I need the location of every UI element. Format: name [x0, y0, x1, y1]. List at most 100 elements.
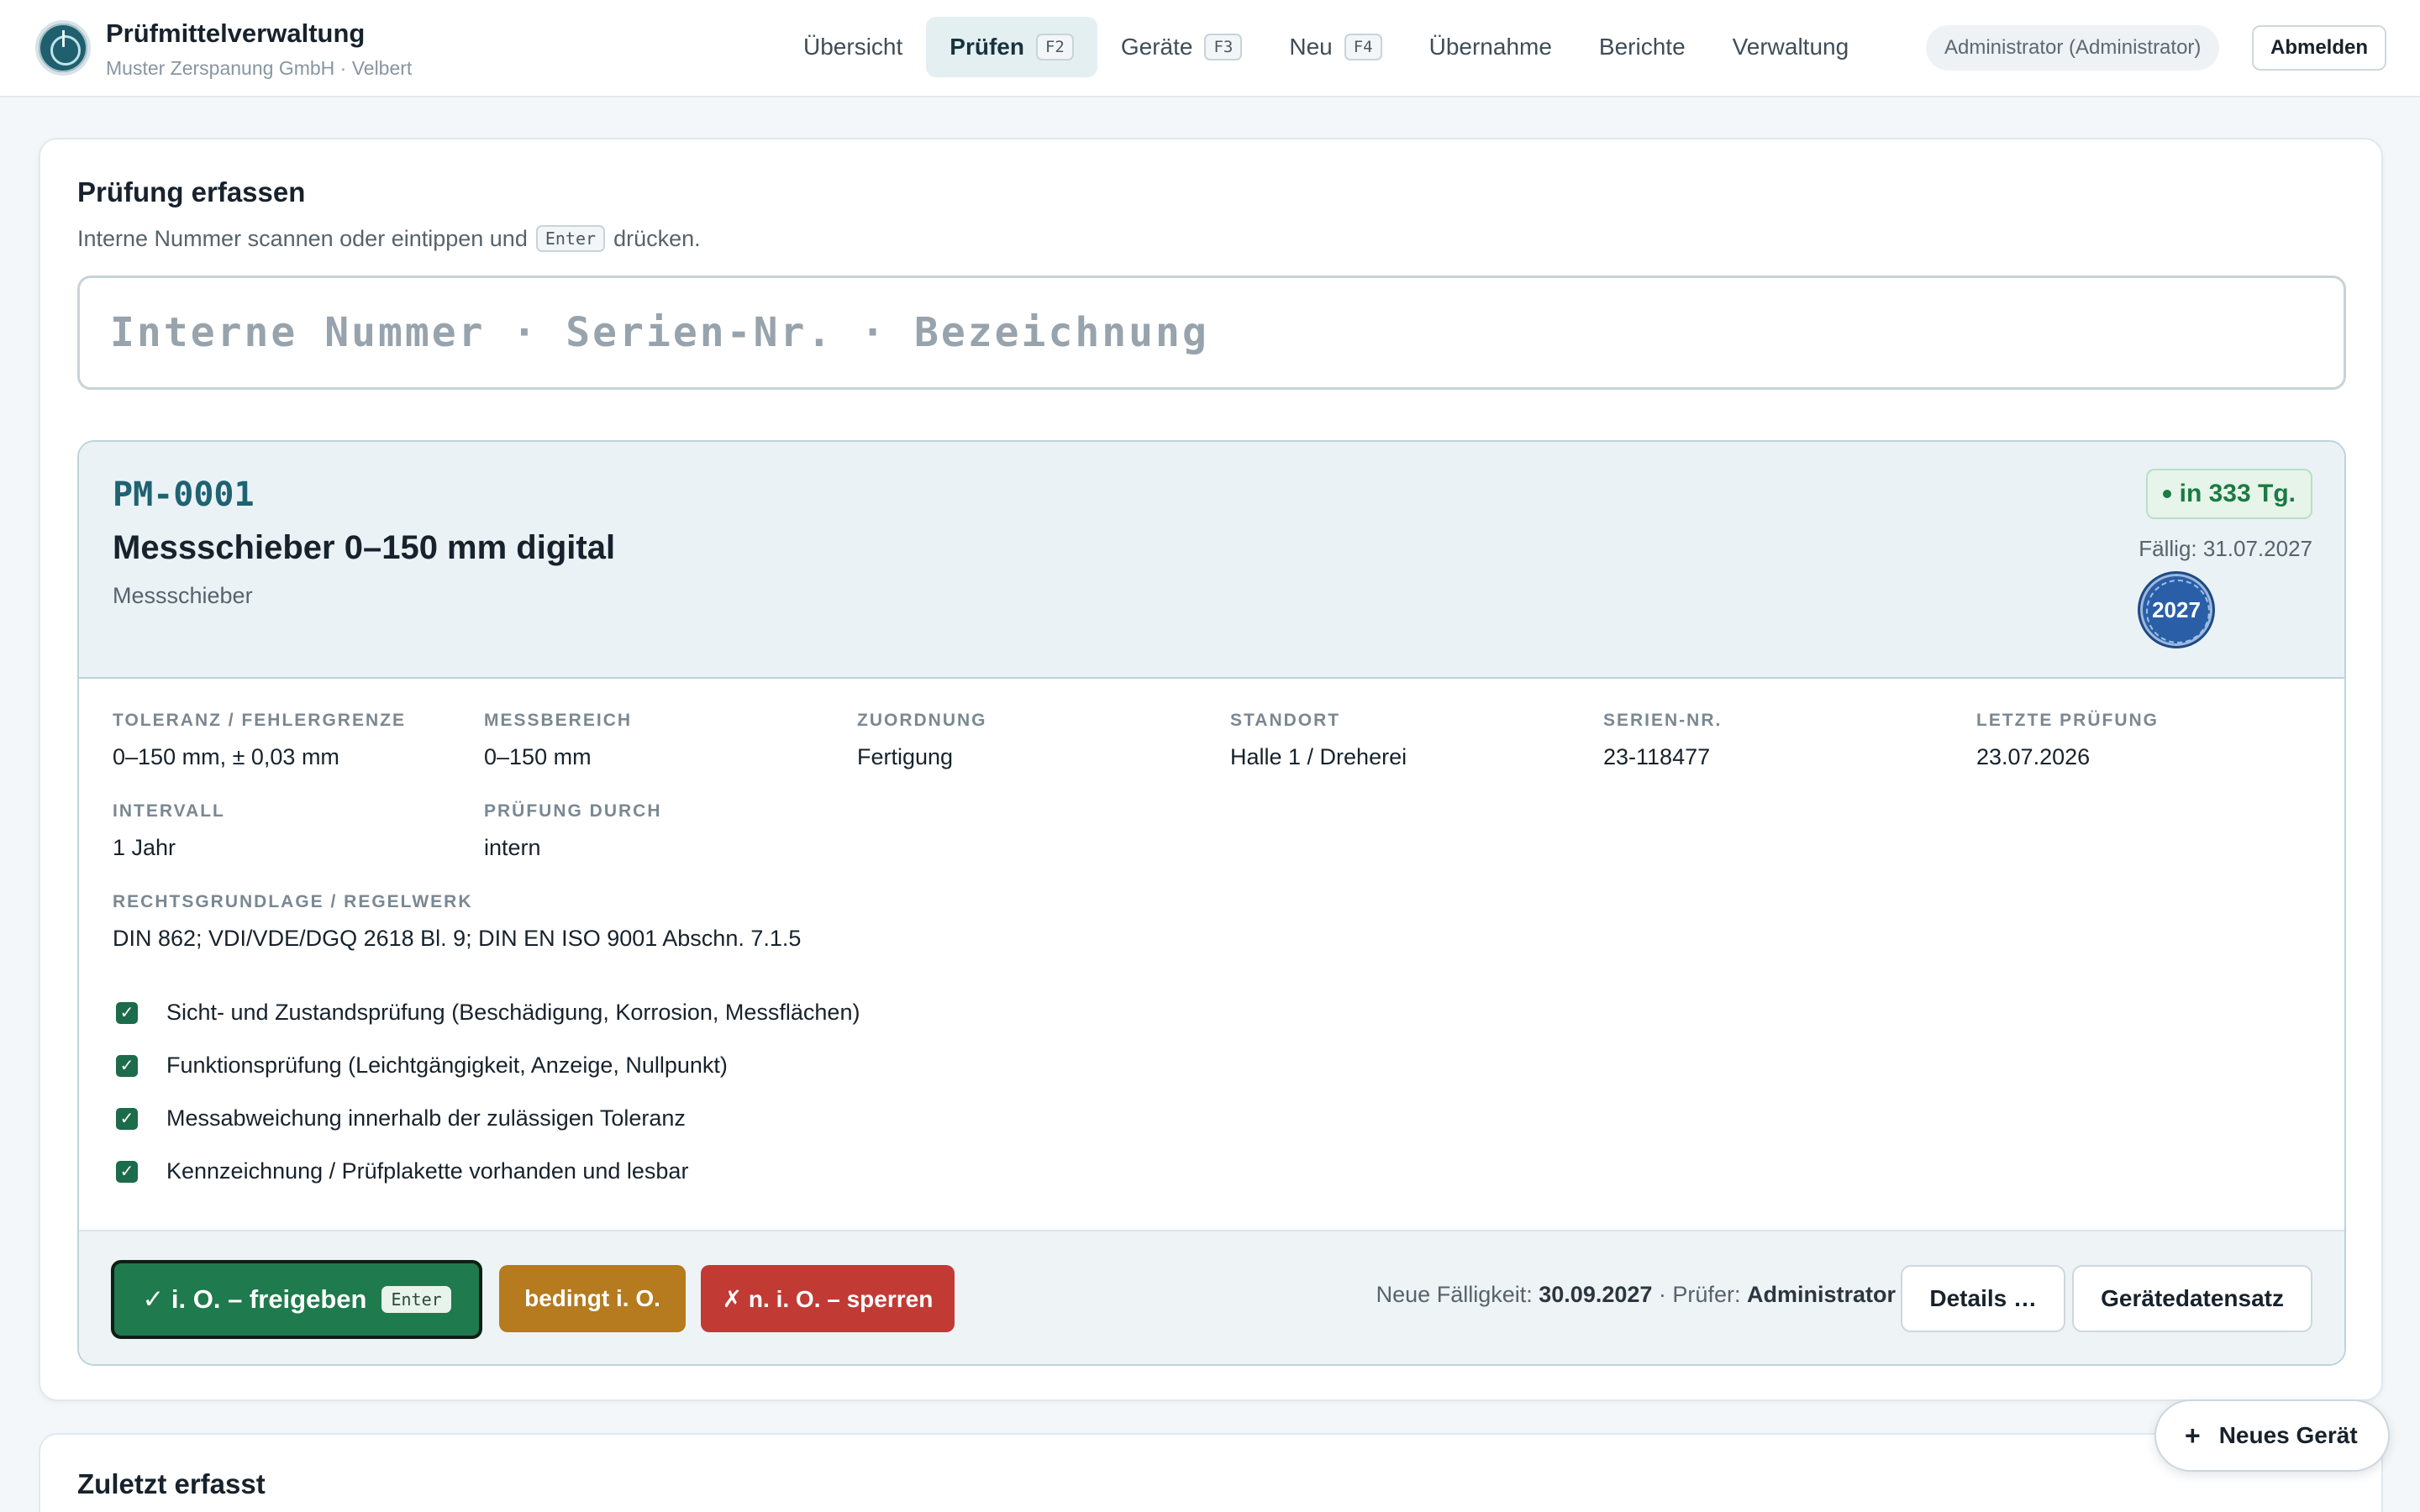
inspection-seal-icon: 2027: [2138, 571, 2215, 648]
reject-lock-button[interactable]: ✗ n. i. O. – sperren: [701, 1265, 955, 1332]
due-date: Fällig: 31.07.2027: [2139, 536, 2312, 561]
shortcut-key: Enter: [381, 1286, 451, 1313]
checkbox-checked-icon[interactable]: ✓: [116, 1160, 138, 1183]
new-device-label: Neues Gerät: [2218, 1422, 2358, 1448]
separator: ·: [1658, 1282, 1673, 1307]
field-inspected-by: PRÜFUNG DURCH intern: [484, 801, 662, 861]
field-assignment: ZUORDNUNG Fertigung: [857, 711, 987, 770]
approve-button[interactable]: ✓ i. O. – freigeben Enter: [111, 1260, 482, 1339]
new-due-value: 30.09.2027: [1539, 1282, 1653, 1307]
nav-item-label: Berichte: [1598, 34, 1686, 60]
nav-item-geraete[interactable]: Geräte F3: [1097, 17, 1266, 77]
app-subtitle: Muster Zerspanung GmbH · Velbert: [106, 57, 413, 79]
field-regulation: RECHTSGRUNDLAGE / REGELWERK DIN 862; VDI…: [113, 892, 801, 952]
hint-text: Interne Nummer scannen oder eintippen un…: [77, 225, 528, 251]
field-location: STANDORT Halle 1 / Dreherei: [1230, 711, 1407, 770]
field-value: intern: [484, 835, 541, 860]
field-label: RECHTSGRUNDLAGE / REGELWERK: [113, 892, 473, 911]
device-header: PM-0001 Messschieber 0–150 mm digital Me…: [79, 442, 2344, 679]
field-tolerance: TOLERANZ / FEHLERGRENZE 0–150 mm, ± 0,03…: [113, 711, 406, 770]
nav-item-label: Prüfen: [950, 34, 1024, 60]
device-id: PM-0001: [113, 475, 255, 514]
nav-item-berichte[interactable]: Berichte: [1576, 17, 1709, 77]
section-title: Zuletzt erfasst: [77, 1468, 266, 1499]
main-nav: Übersicht Prüfen F2 Geräte F3 Neu F4 Übe…: [780, 17, 1872, 77]
conditional-approve-button[interactable]: bedingt i. O.: [499, 1265, 686, 1332]
plus-icon: +: [2185, 1420, 2201, 1451]
field-value: DIN 862; VDI/VDE/DGQ 2618 Bl. 9; DIN EN …: [113, 926, 802, 951]
nav-item-uebernahme[interactable]: Übernahme: [1406, 17, 1576, 77]
seal-year: 2027: [2152, 596, 2201, 622]
field-label: ZUORDNUNG: [857, 711, 987, 730]
checklist-item[interactable]: ✓ Messabweichung innerhalb der zulässige…: [116, 1105, 686, 1131]
field-label: LETZTE PRÜFUNG: [1976, 711, 2159, 730]
checkbox-checked-icon[interactable]: ✓: [116, 1054, 138, 1077]
field-label: MESSBEREICH: [484, 711, 633, 730]
checklist-item[interactable]: ✓ Kennzeichnung / Prüfplakette vorhanden…: [116, 1158, 688, 1184]
new-device-button[interactable]: + Neues Gerät: [2154, 1399, 2390, 1472]
nav-item-verwaltung[interactable]: Verwaltung: [1709, 17, 1873, 77]
shortcut-key: F4: [1344, 34, 1382, 60]
user-chip: Administrator (Administrator): [1926, 25, 2220, 71]
logout-button[interactable]: Abmelden: [2252, 25, 2387, 71]
field-value: 0–150 mm, ± 0,03 mm: [113, 744, 339, 769]
device-record-button[interactable]: Gerätedatensatz: [2072, 1265, 2312, 1332]
nav-item-label: Neu: [1289, 34, 1333, 60]
action-bar: ✓ i. O. – freigeben Enter bedingt i. O. …: [79, 1230, 2344, 1364]
checklist-item[interactable]: ✓ Sicht- und Zustandsprüfung (Beschädigu…: [116, 1000, 860, 1026]
inspection-meta: Neue Fälligkeit: 30.09.2027 · Prüfer: Ad…: [1376, 1282, 1896, 1308]
field-last-inspection: LETZTE PRÜFUNG 23.07.2026: [1976, 711, 2159, 770]
app-title: Prüfmittelverwaltung: [106, 18, 366, 48]
nav-item-label: Übernahme: [1428, 34, 1552, 60]
device-category: Messschieber: [113, 583, 253, 608]
field-label: INTERVALL: [113, 801, 225, 821]
nav-item-label: Geräte: [1120, 34, 1193, 60]
nav-item-neu[interactable]: Neu F4: [1265, 17, 1405, 77]
app-header: Prüfmittelverwaltung Muster Zerspanung G…: [0, 0, 2420, 97]
checklist-item-label: Kennzeichnung / Prüfplakette vorhanden u…: [166, 1158, 689, 1184]
recent-entries-card: Zuletzt erfasst: [39, 1433, 2383, 1512]
nav-item-uebersicht[interactable]: Übersicht: [780, 17, 926, 77]
inspector-value: Administrator: [1746, 1282, 1896, 1307]
field-range: MESSBEREICH 0–150 mm: [484, 711, 632, 770]
field-interval: INTERVALL 1 Jahr: [113, 801, 225, 861]
field-value: 23.07.2026: [1976, 744, 2091, 769]
device-name: Messschieber 0–150 mm digital: [113, 529, 616, 566]
nav-item-label: Verwaltung: [1732, 34, 1849, 60]
field-value: Halle 1 / Dreherei: [1230, 744, 1407, 769]
field-value: 1 Jahr: [113, 835, 176, 860]
field-serial: SERIEN-NR. 23-118477: [1603, 711, 1722, 770]
field-label: TOLERANZ / FEHLERGRENZE: [113, 711, 406, 730]
status-dot-icon: [2162, 490, 2171, 498]
field-label: SERIEN-NR.: [1603, 711, 1723, 730]
checkbox-checked-icon[interactable]: ✓: [116, 1001, 138, 1024]
field-value: 0–150 mm: [484, 744, 592, 769]
checklist-item-label: Funktionsprüfung (Leichtgängigkeit, Anze…: [166, 1053, 728, 1078]
section-title: Prüfung erfassen: [77, 176, 306, 207]
field-value: 23-118477: [1603, 744, 1711, 769]
enter-key-hint: Enter: [535, 225, 606, 252]
nav-item-pruefen[interactable]: Prüfen F2: [926, 17, 1097, 77]
gauge-logo-icon: [35, 20, 91, 76]
shortcut-key: F2: [1035, 34, 1074, 60]
section-hint: Interne Nummer scannen oder eintippen un…: [77, 225, 701, 252]
approve-button-label: ✓ i. O. – freigeben: [142, 1284, 367, 1314]
device-search-input[interactable]: [77, 276, 2346, 390]
nav-item-label: Übersicht: [803, 34, 903, 60]
due-badge-text: in 333 Tg.: [2179, 480, 2296, 507]
inspector-label: Prüfer:: [1672, 1282, 1741, 1307]
checklist-item[interactable]: ✓ Funktionsprüfung (Leichtgängigkeit, An…: [116, 1053, 728, 1079]
field-label: PRÜFUNG DURCH: [484, 801, 662, 821]
checklist-item-label: Messabweichung innerhalb der zulässigen …: [166, 1105, 686, 1131]
checklist-item-label: Sicht- und Zustandsprüfung (Beschädigung…: [166, 1000, 860, 1025]
checkbox-checked-icon[interactable]: ✓: [116, 1107, 138, 1130]
field-label: STANDORT: [1230, 711, 1341, 730]
details-button[interactable]: Details …: [1901, 1265, 2065, 1332]
new-due-label: Neue Fälligkeit:: [1376, 1282, 1533, 1307]
due-status-badge: in 333 Tg.: [2145, 469, 2312, 519]
device-panel: PM-0001 Messschieber 0–150 mm digital Me…: [77, 440, 2346, 1366]
hint-text: drücken.: [613, 225, 701, 251]
shortcut-key: F3: [1204, 34, 1243, 60]
field-value: Fertigung: [857, 744, 954, 769]
inspection-capture-card: Prüfung erfassen Interne Nummer scannen …: [39, 138, 2383, 1401]
